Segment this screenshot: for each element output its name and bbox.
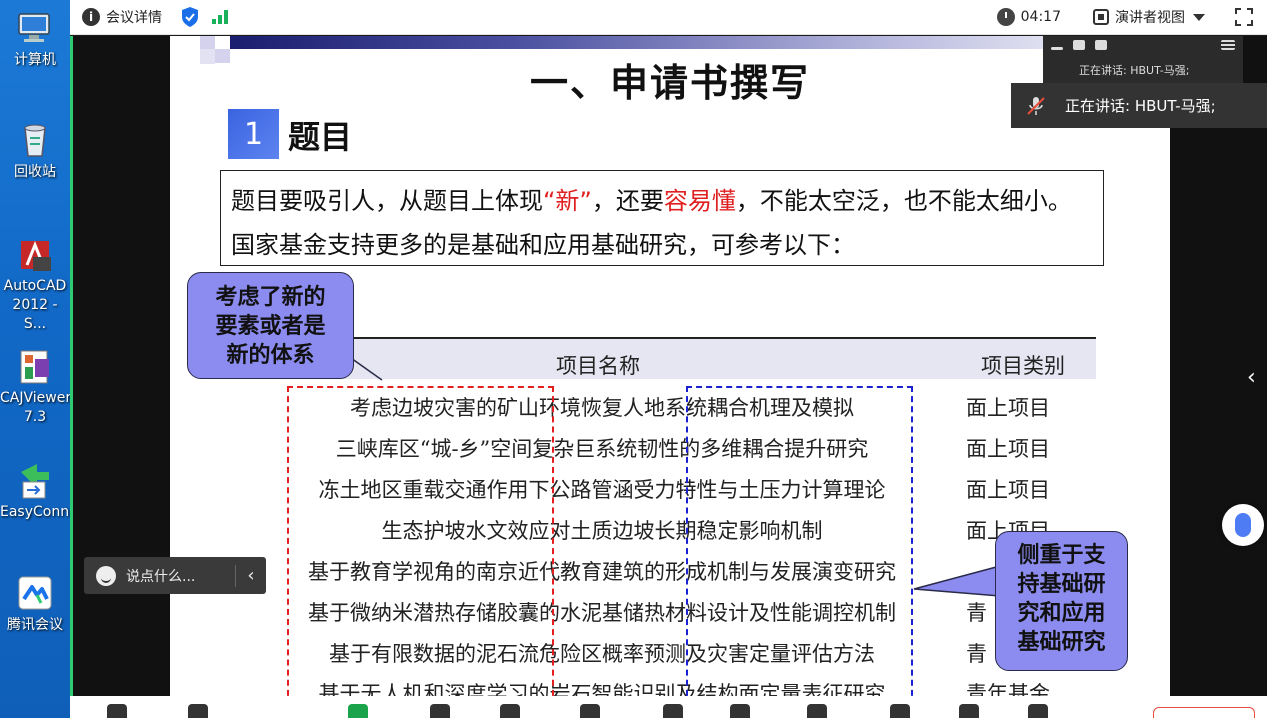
- security-shield-icon[interactable]: [180, 6, 200, 28]
- view-mode-label: 演讲者视图: [1115, 10, 1185, 26]
- chat-quick-input[interactable]: 说点什么... ‹: [84, 557, 266, 594]
- share-screen-icon[interactable]: [348, 704, 368, 718]
- meeting-timer: 04:17: [1020, 9, 1061, 25]
- camera-icon[interactable]: [188, 704, 208, 718]
- easyconnect-icon: [21, 464, 49, 499]
- info-icon: i: [82, 8, 100, 26]
- callout-line: 考虑了新的: [215, 285, 326, 310]
- desktop-icon-label: CAJViewer 7.3: [0, 390, 70, 425]
- project-category: 青: [966, 601, 987, 625]
- project-category: 面上项目: [966, 396, 1050, 420]
- recycle-bin-icon: [24, 124, 46, 157]
- desktop-icon-computer[interactable]: 计算机: [0, 8, 70, 70]
- slide-header-bar: [230, 36, 1170, 49]
- minimize-icon[interactable]: [1051, 46, 1063, 50]
- callout-basic-research: 侧重于支 持基础研 究和应用 基础研究: [995, 531, 1128, 671]
- intro-text: 题目要吸引人，从题目上体现: [231, 187, 543, 215]
- computer-icon: [18, 13, 50, 42]
- mic-icon[interactable]: [107, 704, 127, 718]
- desktop-icon-label: 腾讯会议: [7, 617, 63, 633]
- meeting-bottom-toolbar: [70, 696, 1267, 718]
- autocad-icon: [21, 240, 51, 271]
- chevron-down-icon: [1193, 13, 1205, 21]
- slide-decoration: [200, 36, 215, 49]
- fullscreen-icon[interactable]: [1235, 8, 1253, 26]
- hand-raise-icon[interactable]: [807, 704, 827, 718]
- callout-novelty: 考虑了新的 要素或者是 新的体系: [187, 272, 354, 379]
- callout-line: 究和应用: [1017, 601, 1106, 626]
- callout-line: 新的体系: [226, 343, 315, 368]
- meeting-info-button[interactable]: i 会议详情: [82, 7, 162, 27]
- floating-assistant-button[interactable]: [1222, 504, 1264, 546]
- desktop-icon-label: EasyConn...: [0, 504, 70, 520]
- apps-icon[interactable]: [890, 704, 910, 718]
- meeting-info-label: 会议详情: [106, 10, 162, 26]
- tencent-meeting-icon: [18, 576, 52, 610]
- desktop-icon-easyconnect[interactable]: EasyConn...: [0, 460, 70, 522]
- layout-icon[interactable]: [959, 704, 979, 718]
- project-category: 青年基金: [966, 682, 1050, 696]
- shared-screen-area: 一、申请书撰写 1 题目 题目要吸引人，从题目上体现“新”，还要容易懂，不能太空…: [70, 36, 1267, 696]
- menu-icon[interactable]: [1221, 40, 1235, 50]
- speaker-video-panel[interactable]: 正在讲话: HBUT-马强;: [1043, 36, 1243, 86]
- desktop-icon-cajviewer[interactable]: CAJViewer 7.3: [0, 347, 70, 427]
- record-icon[interactable]: [730, 704, 750, 718]
- emoji-icon[interactable]: [96, 565, 116, 586]
- desktop-icon-autocad[interactable]: AutoCAD 2012 - S...: [0, 235, 70, 334]
- presentation-slide: 一、申请书撰写 1 题目 题目要吸引人，从题目上体现“新”，还要容易懂，不能太空…: [170, 36, 1170, 696]
- highlight-box-red: [287, 386, 554, 696]
- share-border-indicator: [70, 36, 73, 696]
- desktop-icon-recycle-bin[interactable]: 回收站: [0, 120, 70, 182]
- intro-text: ，还要: [591, 187, 664, 215]
- column-header-name: 项目名称: [556, 354, 640, 378]
- intro-highlight: “新”: [543, 187, 592, 215]
- table-header: [285, 339, 1096, 379]
- now-speaking-popup: 正在讲话: HBUT-马强;: [1011, 83, 1267, 128]
- window-icon[interactable]: [1073, 40, 1085, 50]
- callout-line: 基础研究: [1017, 630, 1106, 655]
- highlight-box-blue: [686, 386, 913, 696]
- end-meeting-button[interactable]: [1153, 707, 1255, 718]
- view-mode-dropdown[interactable]: 演讲者视图: [1093, 7, 1205, 27]
- callout-line: 要素或者是: [215, 314, 326, 339]
- view-layout-icon: [1093, 9, 1109, 25]
- desktop-icon-label: 计算机: [14, 52, 56, 68]
- project-category: 青: [966, 642, 987, 666]
- assistant-icon: [1235, 513, 1251, 537]
- desktop-icon-label: 回收站: [14, 164, 56, 180]
- column-header-category: 项目类别: [981, 354, 1065, 378]
- chevron-left-icon[interactable]: ‹: [1247, 365, 1256, 390]
- network-signal-icon[interactable]: [212, 10, 228, 24]
- security-icon[interactable]: [430, 704, 450, 718]
- invite-icon[interactable]: [580, 704, 600, 718]
- participants-icon[interactable]: [500, 704, 520, 718]
- desktop-icon-label: AutoCAD 2012 - S...: [3, 278, 67, 332]
- project-category: 面上项目: [966, 478, 1050, 502]
- desktop: 计算机 回收站 AutoCAD 2012 - S... CAJViewer 7.…: [0, 0, 70, 718]
- cajviewer-icon: [20, 350, 49, 384]
- callout-line: 持基础研: [1017, 572, 1106, 597]
- mic-muted-icon: [1027, 96, 1045, 115]
- callout-line: 侧重于支: [1017, 543, 1106, 568]
- chat-icon[interactable]: [663, 704, 683, 718]
- chat-placeholder[interactable]: 说点什么...: [126, 566, 195, 586]
- meeting-top-bar: i 会议详情 04:17 演讲者视图: [70, 0, 1267, 35]
- speaker-small-label: 正在讲话: HBUT-马强;: [1079, 64, 1190, 77]
- section-title: 题目: [288, 118, 353, 156]
- list-icon[interactable]: [1095, 40, 1107, 50]
- timer-clock-icon: [996, 8, 1015, 26]
- settings-icon[interactable]: [1028, 704, 1048, 718]
- intro-highlight: 容易懂: [663, 187, 736, 215]
- collapse-chevron-icon[interactable]: ‹: [236, 565, 266, 586]
- project-category: 面上项目: [966, 437, 1050, 461]
- now-speaking-label: 正在讲话: HBUT-马强;: [1065, 97, 1216, 115]
- desktop-icon-tencent-meeting[interactable]: 腾讯会议: [0, 573, 70, 635]
- intro-text-box: 题目要吸引人，从题目上体现“新”，还要容易懂，不能太空泛，也不能太细小。国家基金…: [220, 170, 1104, 266]
- section-number-badge: 1: [228, 109, 279, 159]
